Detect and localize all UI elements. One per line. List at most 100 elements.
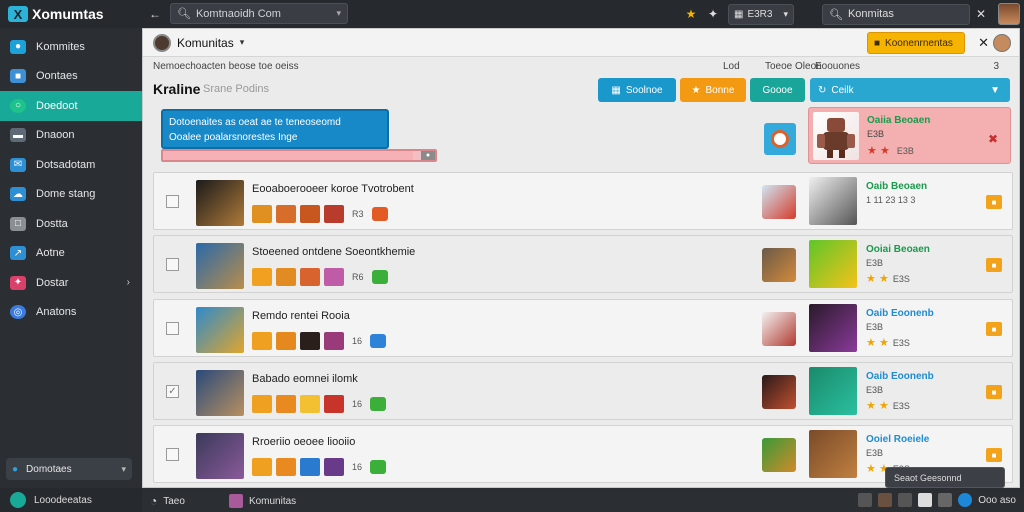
row-checkbox[interactable] bbox=[166, 448, 179, 461]
sidebar-item-4[interactable]: ✉ Dotsadotam bbox=[0, 150, 142, 180]
calendar-icon[interactable] bbox=[938, 493, 953, 507]
subheader-link[interactable]: Lod bbox=[723, 61, 740, 72]
sidebar-item-1[interactable]: ■ Oontaes bbox=[0, 62, 142, 92]
chevron-down-icon: ▾ bbox=[336, 8, 341, 18]
toolbar-button-label: Goooe bbox=[762, 84, 793, 96]
sidebar-item-6[interactable]: □ Dostta bbox=[0, 209, 142, 239]
progress-cap-icon[interactable]: ● bbox=[421, 151, 435, 160]
globe-icon[interactable] bbox=[958, 493, 973, 507]
logo-text: Xomumtas bbox=[32, 6, 104, 22]
panel-title[interactable]: Komunitas bbox=[177, 36, 234, 50]
item-icon[interactable] bbox=[252, 205, 272, 223]
row-action-button[interactable]: ■ bbox=[986, 385, 1002, 399]
item-icon[interactable] bbox=[276, 205, 296, 223]
table-row[interactable]: Stoeened ontdene Soeontkhemie R6 Ooiai Beo… bbox=[153, 235, 1013, 293]
toolbar-button-3[interactable]: Goooe bbox=[750, 78, 805, 102]
app-logo[interactable]: X Xomumtas bbox=[0, 0, 142, 28]
close-button[interactable]: ✕ bbox=[978, 35, 989, 51]
item-icon[interactable] bbox=[324, 332, 344, 350]
featured-card[interactable]: Oaiia Beoaen E3B ★ ★ E3B ✖ bbox=[808, 107, 1011, 164]
row-title[interactable]: Rroeriio oeoee liooiio bbox=[252, 436, 355, 448]
puzzle-button[interactable]: ✦ bbox=[702, 3, 724, 25]
item-icon[interactable] bbox=[276, 458, 296, 476]
row-mid-icon[interactable] bbox=[762, 438, 796, 472]
sidebar-bottom-bar[interactable]: Looodeeatas bbox=[0, 488, 142, 512]
item-icon[interactable] bbox=[276, 332, 296, 350]
table-row[interactable]: Rroeriio oeoee liooiio 16 Ooiel Roeiele E3B… bbox=[153, 425, 1013, 483]
chevron-down-icon[interactable]: ▾ bbox=[240, 37, 245, 48]
row-mid-icon[interactable] bbox=[762, 375, 796, 409]
toolbar-button-1[interactable]: ▦ Soolnoe bbox=[598, 78, 676, 102]
row-checkbox[interactable] bbox=[166, 195, 179, 208]
sidebar-item-2[interactable]: ○ Doedoot bbox=[0, 91, 142, 121]
item-icon[interactable] bbox=[276, 395, 296, 413]
item-icon[interactable] bbox=[324, 458, 344, 476]
item-icon[interactable] bbox=[300, 458, 320, 476]
row-action-button[interactable]: ■ bbox=[986, 448, 1002, 462]
row-title[interactable]: Stoeened ontdene Soeontkhemie bbox=[252, 246, 415, 258]
row-count: 16 bbox=[352, 462, 363, 472]
workspace-select[interactable]: ● Domotaes ▾ bbox=[6, 458, 132, 480]
network-icon[interactable] bbox=[898, 493, 913, 507]
row-mid-icon[interactable] bbox=[762, 248, 796, 282]
row-right-name: Oaib Eoonenb bbox=[866, 308, 934, 319]
row-mid-icon[interactable] bbox=[762, 312, 796, 346]
item-icon[interactable] bbox=[276, 268, 296, 286]
item-icon[interactable] bbox=[252, 332, 272, 350]
user-avatar[interactable] bbox=[998, 3, 1020, 25]
sidebar-item-3[interactable]: ▬ Dnaoon bbox=[0, 121, 142, 151]
status-tab[interactable]: Komunitas bbox=[228, 494, 296, 508]
row-title[interactable]: Remdo rentei Rooia bbox=[252, 310, 350, 322]
row-title[interactable]: Eooaboerooeer koroe Tvotrobent bbox=[252, 183, 414, 195]
table-row[interactable]: ✓ Babado eomnei ilomk 16 Oaib Eoonenb E3B ★ ★… bbox=[153, 362, 1013, 420]
toolbar-button-4[interactable]: ↻ Ceilk ▼ bbox=[810, 78, 1010, 102]
status-left[interactable]: ◔ Taeo bbox=[150, 494, 185, 508]
item-icon[interactable] bbox=[252, 268, 272, 286]
star-icon: ★ bbox=[685, 7, 697, 21]
row-mid-icon[interactable] bbox=[762, 185, 796, 219]
item-icon[interactable] bbox=[252, 458, 272, 476]
item-icon[interactable] bbox=[324, 395, 344, 413]
settings-icon[interactable] bbox=[858, 493, 873, 507]
sidebar-item-5[interactable]: ☁ Dome stang bbox=[0, 180, 142, 210]
item-icon[interactable] bbox=[324, 205, 344, 223]
star-button[interactable]: ★ bbox=[680, 3, 702, 25]
filter-icon[interactable]: ▼ bbox=[990, 85, 1000, 96]
item-icon[interactable] bbox=[300, 395, 320, 413]
item-icon[interactable] bbox=[300, 332, 320, 350]
close-search-button[interactable]: ✕ bbox=[970, 3, 992, 25]
sidebar-item-9[interactable]: ◎ Anatons bbox=[0, 298, 142, 328]
item-icon[interactable] bbox=[300, 205, 320, 223]
row-action-button[interactable]: ■ bbox=[986, 258, 1002, 272]
row-rating: ★ ★E3S bbox=[866, 399, 910, 412]
row-checkbox[interactable]: ✓ bbox=[166, 385, 179, 398]
pin-icon[interactable]: ✖ bbox=[988, 132, 998, 146]
row-action-button[interactable]: ■ bbox=[986, 195, 1002, 209]
right-search-input[interactable]: 🔍︎ Konmitas bbox=[822, 3, 970, 25]
item-icon[interactable] bbox=[300, 268, 320, 286]
bell-icon: ■ bbox=[874, 37, 881, 49]
row-title[interactable]: Babado eomnei ilomk bbox=[252, 373, 358, 385]
main-panel: Komunitas ▾ ■ Koonenrnentas ✕ Nemoechoac… bbox=[142, 28, 1020, 488]
top-search-input[interactable]: 🔍︎ Komtnaoidh Com ▾ bbox=[170, 3, 348, 24]
badge-icon bbox=[370, 397, 387, 411]
row-thumbnail bbox=[196, 243, 244, 289]
back-button[interactable]: ← bbox=[144, 3, 166, 25]
member-avatar[interactable] bbox=[993, 34, 1011, 52]
table-row[interactable]: Eooaboerooeer koroe Tvotrobent R3 Oaib Beo… bbox=[153, 172, 1013, 230]
item-icon[interactable] bbox=[252, 395, 272, 413]
row-checkbox[interactable] bbox=[166, 258, 179, 271]
sidebar-item-0[interactable]: ● Kommites bbox=[0, 32, 142, 62]
notifications-button[interactable]: ■ Koonenrnentas bbox=[867, 32, 965, 54]
row-action-button[interactable]: ■ bbox=[986, 322, 1002, 336]
sound-icon[interactable] bbox=[878, 493, 893, 507]
table-row[interactable]: Remdo rentei Rooia 16 Oaib Eoonenb E3B ★ ★ E3… bbox=[153, 299, 1013, 357]
sidebar-item-8[interactable]: ✦ Dostar › bbox=[0, 268, 142, 298]
sidebar-item-7[interactable]: ↗ Aotne bbox=[0, 239, 142, 269]
record-icon[interactable] bbox=[764, 123, 796, 155]
row-checkbox[interactable] bbox=[166, 322, 179, 335]
text-icon[interactable] bbox=[918, 493, 933, 507]
toolbar-button-2[interactable]: ★ Bonne bbox=[680, 78, 746, 102]
item-icon[interactable] bbox=[324, 268, 344, 286]
version-select[interactable]: ▦ E3R3 ▾ bbox=[728, 3, 794, 25]
